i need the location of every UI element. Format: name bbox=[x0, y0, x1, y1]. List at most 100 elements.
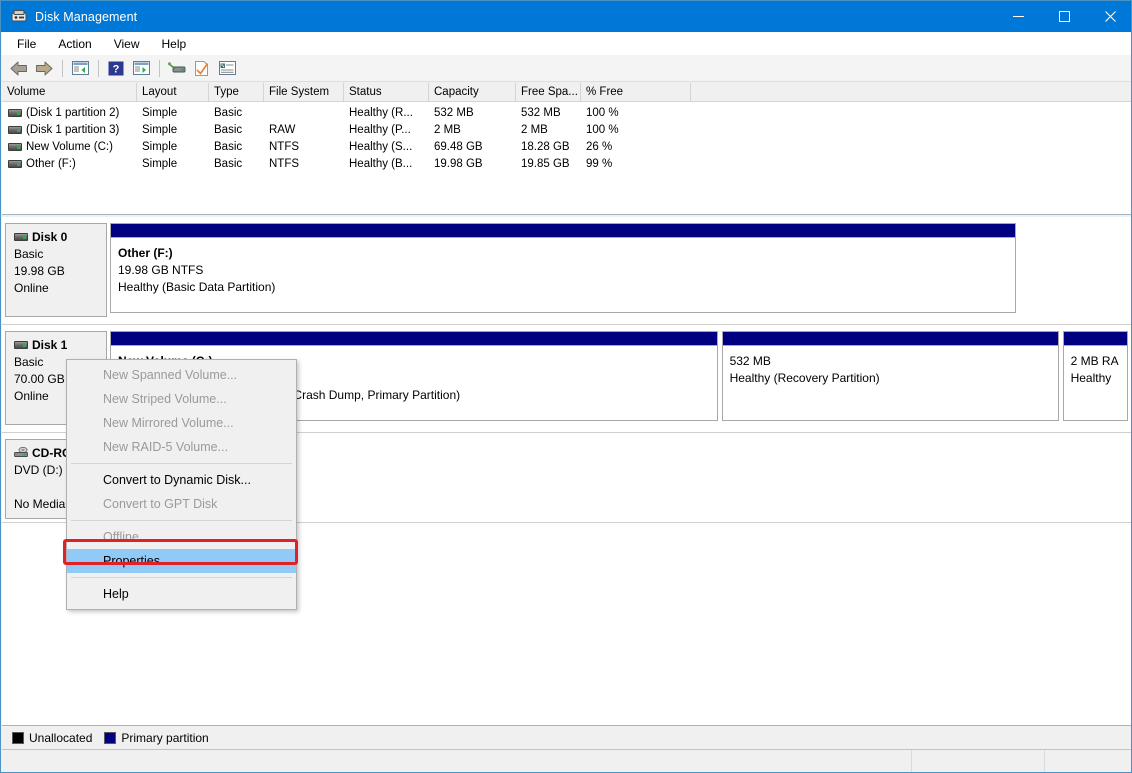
menu-item-properties[interactable]: Properties bbox=[67, 549, 296, 573]
menu-file[interactable]: File bbox=[6, 34, 47, 54]
all-tasks-icon[interactable] bbox=[215, 57, 239, 80]
cell-type: Basic bbox=[214, 123, 243, 136]
cell-status: Healthy (B... bbox=[349, 157, 413, 170]
cell-layout: Simple bbox=[142, 106, 178, 119]
cell-layout: Simple bbox=[142, 140, 178, 153]
disk-info-disk-0[interactable]: Disk 0 Basic 19.98 GB Online bbox=[5, 223, 107, 317]
status-bar-message bbox=[2, 750, 912, 772]
disk-management-window: Disk Management File Action View Help ? … bbox=[0, 0, 1132, 773]
menu-action[interactable]: Action bbox=[47, 34, 102, 54]
cell-volume: (Disk 1 partition 2) bbox=[26, 106, 120, 119]
partition-recovery[interactable]: 532 MB Healthy (Recovery Partition) bbox=[721, 331, 1059, 421]
cell-percent-free: 26 % bbox=[586, 140, 613, 153]
partition-size: 2 MB RA bbox=[1070, 354, 1119, 368]
cell-percent-free: 99 % bbox=[586, 157, 613, 170]
disk-row-disk-0[interactable]: Disk 0 Basic 19.98 GB Online Other (F:) … bbox=[2, 217, 1131, 325]
partition-color-bar bbox=[1063, 332, 1128, 346]
menu-item-help[interactable]: Help bbox=[67, 582, 296, 606]
column-header-layout[interactable]: Layout bbox=[137, 83, 209, 102]
cell-file-system: RAW bbox=[269, 123, 296, 136]
column-header-status[interactable]: Status bbox=[344, 83, 429, 102]
cell-type: Basic bbox=[214, 106, 243, 119]
cell-type: Basic bbox=[214, 157, 243, 170]
disk-icon bbox=[14, 341, 28, 349]
column-header-file-system[interactable]: File System bbox=[264, 83, 344, 102]
cell-percent-free: 100 % bbox=[586, 123, 619, 136]
properties-icon[interactable] bbox=[190, 57, 214, 80]
partition-status: Healthy (Recovery Partition) bbox=[729, 371, 880, 385]
toolbar: ? bbox=[2, 55, 1131, 82]
toolbar-separator bbox=[159, 59, 160, 77]
menu-separator bbox=[71, 577, 292, 578]
table-row[interactable]: (Disk 1 partition 2) Simple Basic Health… bbox=[2, 104, 1131, 121]
table-row[interactable]: New Volume (C:) Simple Basic NTFS Health… bbox=[2, 138, 1131, 155]
forward-icon[interactable] bbox=[32, 57, 56, 80]
show-hide-console-tree-icon[interactable] bbox=[68, 57, 92, 80]
partition-raw[interactable]: 2 MB RA Healthy bbox=[1062, 331, 1129, 421]
menu-item-new-spanned-volume[interactable]: New Spanned Volume... bbox=[67, 363, 296, 387]
cell-type: Basic bbox=[214, 140, 243, 153]
volume-icon bbox=[8, 142, 22, 151]
cell-volume: Other (F:) bbox=[26, 157, 76, 170]
table-row[interactable]: (Disk 1 partition 3) Simple Basic RAW He… bbox=[2, 121, 1131, 138]
legend: Unallocated Primary partition bbox=[2, 725, 1131, 749]
menu-view[interactable]: View bbox=[103, 34, 151, 54]
disk-management-icon bbox=[11, 9, 27, 25]
menu-item-convert-to-dynamic-disk[interactable]: Convert to Dynamic Disk... bbox=[67, 468, 296, 492]
partition-size: 532 MB bbox=[729, 354, 771, 368]
menu-item-offline[interactable]: Offline bbox=[67, 525, 296, 549]
disk-status: Online bbox=[14, 281, 49, 295]
volume-icon bbox=[8, 159, 22, 168]
menu-separator bbox=[71, 520, 292, 521]
disk-title: Disk 0 bbox=[32, 230, 68, 244]
menu-item-new-striped-volume[interactable]: New Striped Volume... bbox=[67, 387, 296, 411]
legend-label-unallocated: Unallocated bbox=[29, 730, 93, 745]
menu-item-new-raid-5-volume[interactable]: New RAID-5 Volume... bbox=[67, 435, 296, 459]
partition-size: 19.98 GB NTFS bbox=[118, 263, 204, 277]
partition-other-f[interactable]: Other (F:) 19.98 GB NTFS Healthy (Basic … bbox=[110, 223, 1016, 313]
cdrom-icon bbox=[14, 446, 30, 459]
rescan-disks-icon[interactable] bbox=[165, 57, 189, 80]
column-header-percent-free[interactable]: % Free bbox=[581, 83, 691, 102]
cell-file-system: NTFS bbox=[269, 157, 300, 170]
context-menu: New Spanned Volume... New Striped Volume… bbox=[66, 359, 297, 610]
column-header-type[interactable]: Type bbox=[209, 83, 264, 102]
cell-volume: (Disk 1 partition 3) bbox=[26, 123, 120, 136]
legend-swatch-primary-partition bbox=[104, 731, 117, 744]
column-header-volume[interactable]: Volume bbox=[2, 83, 137, 102]
partition-label: Other (F:) bbox=[118, 246, 173, 260]
maximize-icon[interactable] bbox=[1041, 1, 1087, 32]
cell-free-space: 19.85 GB bbox=[521, 157, 570, 170]
menu-item-convert-to-gpt-disk[interactable]: Convert to GPT Disk bbox=[67, 492, 296, 516]
cell-layout: Simple bbox=[142, 157, 178, 170]
partition-color-bar bbox=[722, 332, 1058, 346]
column-header-free-space[interactable]: Free Spa... bbox=[516, 83, 581, 102]
title-bar: Disk Management bbox=[1, 1, 1131, 32]
help-icon[interactable]: ? bbox=[104, 57, 128, 80]
cell-capacity: 19.98 GB bbox=[434, 157, 483, 170]
column-header-capacity[interactable]: Capacity bbox=[429, 83, 516, 102]
legend-swatch-unallocated bbox=[12, 731, 24, 744]
partition-color-bar bbox=[111, 224, 1015, 238]
partition-strip-disk-0: Other (F:) 19.98 GB NTFS Healthy (Basic … bbox=[110, 223, 1131, 313]
disk-type: Basic bbox=[14, 247, 44, 261]
close-icon[interactable] bbox=[1087, 1, 1131, 32]
back-icon[interactable] bbox=[7, 57, 31, 80]
legend-label-primary-partition: Primary partition bbox=[121, 730, 209, 745]
menu-item-new-mirrored-volume[interactable]: New Mirrored Volume... bbox=[67, 411, 296, 435]
table-row[interactable]: Other (F:) Simple Basic NTFS Healthy (B.… bbox=[2, 155, 1131, 172]
volume-list-header: Volume Layout Type File System Status Ca… bbox=[2, 83, 1131, 102]
minimize-icon[interactable] bbox=[995, 1, 1041, 32]
volume-icon bbox=[8, 125, 22, 134]
menu-bar: File Action View Help bbox=[2, 32, 1131, 55]
disk-icon bbox=[14, 233, 28, 241]
cell-capacity: 69.48 GB bbox=[434, 140, 483, 153]
cell-capacity: 532 MB bbox=[434, 106, 474, 119]
svg-text:?: ? bbox=[113, 63, 120, 75]
cell-status: Healthy (R... bbox=[349, 106, 413, 119]
volume-list: Volume Layout Type File System Status Ca… bbox=[2, 83, 1131, 215]
status-bar-cell-2 bbox=[912, 750, 1045, 772]
legend-item-primary-partition: Primary partition bbox=[104, 730, 209, 745]
show-hide-action-pane-icon[interactable] bbox=[129, 57, 153, 80]
menu-help[interactable]: Help bbox=[151, 34, 198, 54]
